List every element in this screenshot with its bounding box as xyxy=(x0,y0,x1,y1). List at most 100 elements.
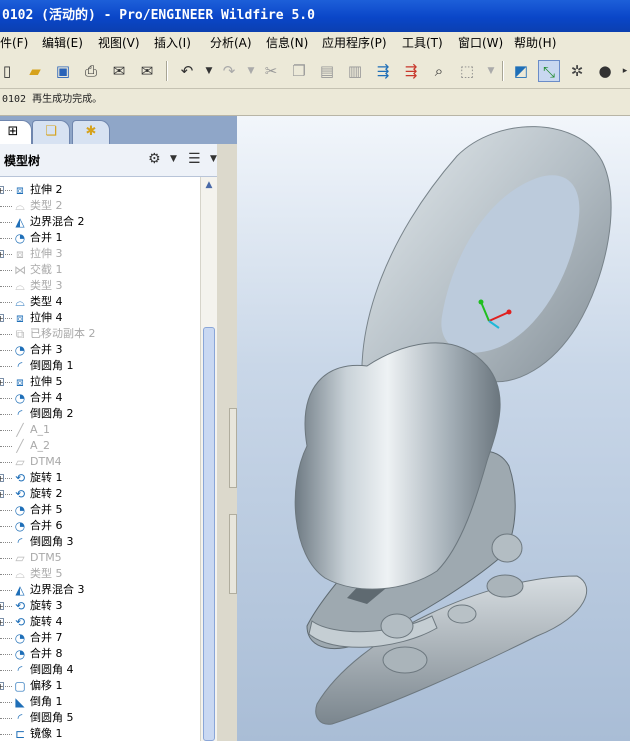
expand-toggle-icon[interactable]: + xyxy=(0,378,4,387)
tree-connector xyxy=(0,302,12,303)
sketch-icon[interactable]: ◩ xyxy=(510,60,532,82)
round-icon: ◜ xyxy=(17,663,23,677)
email-icon[interactable]: ✉ xyxy=(108,60,130,82)
tree-item-label: 类型 4 xyxy=(30,295,63,308)
paste-icon[interactable]: ▤ xyxy=(316,60,338,82)
intersect-icon: ⋈ xyxy=(14,263,26,277)
boundary-blend-icon: ◭ xyxy=(15,583,25,597)
menu-help[interactable]: 帮助(H) xyxy=(514,32,556,54)
revolve-icon: ⟲ xyxy=(14,615,26,629)
type-icon: ⌓ xyxy=(15,567,25,581)
merge-icon: ◔ xyxy=(14,631,26,645)
menu-view[interactable]: 视图(V) xyxy=(98,32,140,54)
tree-item-label: DTM5 xyxy=(30,551,62,564)
type-icon: ⌓ xyxy=(15,279,25,293)
tree-connector xyxy=(0,574,12,575)
splitter-grip[interactable] xyxy=(229,514,237,594)
tree-item-label: 边界混合 3 xyxy=(30,583,85,596)
splitter-grip[interactable] xyxy=(229,408,237,488)
tree-connector xyxy=(0,526,12,527)
tree-item-label: 合并 8 xyxy=(30,647,63,660)
expand-toggle-icon[interactable]: + xyxy=(0,314,4,323)
tree-connector xyxy=(0,558,12,559)
menu-window[interactable]: 窗口(W) xyxy=(458,32,503,54)
window-title-bar[interactable]: 0102 (活动的) - Pro/ENGINEER Wildfire 5.0 xyxy=(0,0,630,32)
merge-icon: ◔ xyxy=(14,343,26,357)
tree-item-label: 倒圆角 2 xyxy=(30,407,74,420)
scroll-up-icon[interactable]: ▲ xyxy=(203,179,215,191)
undo-dropdown-icon[interactable]: ▼ xyxy=(198,60,220,82)
tree-scrollbar[interactable]: ▲ xyxy=(200,177,218,741)
datum-point-display-icon[interactable]: ✲ xyxy=(566,60,588,82)
tree-item-label: 倒圆角 3 xyxy=(30,535,74,548)
expand-toggle-icon[interactable]: + xyxy=(0,618,4,627)
tree-settings-icon[interactable]: ⚙ xyxy=(148,151,161,167)
tree-filters-icon[interactable]: ☰ xyxy=(188,151,201,167)
menu-tools[interactable]: 工具(T) xyxy=(402,32,443,54)
tree-item-label: 合并 6 xyxy=(30,519,63,532)
tree-connector xyxy=(0,670,12,671)
merge-icon: ◔ xyxy=(14,391,26,405)
selection-box-icon[interactable]: ⬚ xyxy=(456,60,478,82)
tree-item-label: A_1 xyxy=(30,423,51,436)
tree-filters-dropdown-icon[interactable]: ▼ xyxy=(210,154,217,164)
pane-splitter[interactable] xyxy=(217,144,237,741)
find-icon[interactable]: ⌕ xyxy=(428,60,450,82)
menu-info[interactable]: 信息(N) xyxy=(266,32,308,54)
paste-special-icon[interactable]: ▥ xyxy=(344,60,366,82)
print-icon[interactable]: ⎙ xyxy=(80,60,102,82)
new-file-icon[interactable]: ▯ xyxy=(0,60,18,82)
expand-toggle-icon[interactable]: + xyxy=(0,474,4,483)
tree-connector xyxy=(0,334,12,335)
expand-toggle-icon[interactable]: + xyxy=(0,186,4,195)
menu-edit[interactable]: 编辑(E) xyxy=(42,32,83,54)
tree-item-label: 偏移 1 xyxy=(30,679,63,692)
undo-icon[interactable]: ↶ xyxy=(176,60,198,82)
expand-toggle-icon[interactable]: + xyxy=(0,602,4,611)
favorites-tab-icon[interactable]: ✱ xyxy=(72,120,110,144)
tree-connector xyxy=(0,350,12,351)
shading-sphere-icon[interactable]: ● xyxy=(594,60,616,82)
selection-dropdown-icon[interactable]: ▼ xyxy=(480,60,502,82)
main-toolbar: ▯ ▰ ▣ ⎙ ✉ ✉ ↶ ▼ ↷ ▼ ✂ ❐ ▤ ▥ ⇶ ⇶ ⌕ ⬚ ▼ ◩ … xyxy=(0,54,630,89)
extrude-icon: ⧈ xyxy=(16,375,24,389)
copy-icon[interactable]: ❐ xyxy=(288,60,310,82)
tree-settings-dropdown-icon[interactable]: ▼ xyxy=(170,154,177,164)
tree-item-label: 旋转 1 xyxy=(30,471,63,484)
datum-axis-display-icon[interactable]: ⤡ xyxy=(538,60,560,82)
tree-connector xyxy=(0,430,12,431)
layer-tab-icon[interactable]: ❏ xyxy=(32,120,70,144)
expand-toggle-icon[interactable]: + xyxy=(0,490,4,499)
menu-analysis[interactable]: 分析(A) xyxy=(210,32,252,54)
cut-icon[interactable]: ✂ xyxy=(260,60,282,82)
revolve-icon: ⟲ xyxy=(14,599,26,613)
open-folder-icon[interactable]: ▰ xyxy=(24,60,46,82)
menu-file[interactable]: 件(F) xyxy=(0,32,28,54)
tree-item-label: DTM4 xyxy=(30,455,62,468)
mirror-icon: ⊏ xyxy=(14,727,26,741)
regenerate-icon[interactable]: ⇶ xyxy=(372,60,394,82)
redo-icon[interactable]: ↷ xyxy=(218,60,240,82)
graphics-window[interactable] xyxy=(237,116,630,741)
model-tree-tab-icon[interactable]: ⊞ xyxy=(0,120,32,144)
tree-item-label: 倒角 1 xyxy=(30,695,63,708)
save-icon[interactable]: ▣ xyxy=(52,60,74,82)
expand-toggle-icon[interactable]: + xyxy=(0,682,4,691)
tree-item-label: 镜像 1 xyxy=(30,727,63,740)
datum-plane-icon: ▱ xyxy=(15,455,25,469)
message-area: 0102 再生成功完成。 xyxy=(0,89,630,116)
scroll-thumb[interactable] xyxy=(203,327,215,741)
menu-applications[interactable]: 应用程序(P) xyxy=(322,32,387,54)
menu-insert[interactable]: 插入(I) xyxy=(154,32,191,54)
regen-manager-icon[interactable]: ⇶ xyxy=(400,60,422,82)
shading-dropdown-icon[interactable]: ▸ xyxy=(614,60,630,82)
round-icon: ◜ xyxy=(17,407,23,421)
tree-item-label: 合并 4 xyxy=(30,391,63,404)
redo-dropdown-icon[interactable]: ▼ xyxy=(240,60,262,82)
message-text: 0102 再生成功完成。 xyxy=(2,94,103,105)
model-tree-header: 模型树 ⚙ ▼ ☰ ▼ xyxy=(0,144,228,177)
tree-item-label: 类型 5 xyxy=(30,567,63,580)
expand-toggle-icon[interactable]: + xyxy=(0,250,4,259)
chamfer-icon: ◣ xyxy=(15,695,25,709)
email-link-icon[interactable]: ✉ xyxy=(136,60,158,82)
